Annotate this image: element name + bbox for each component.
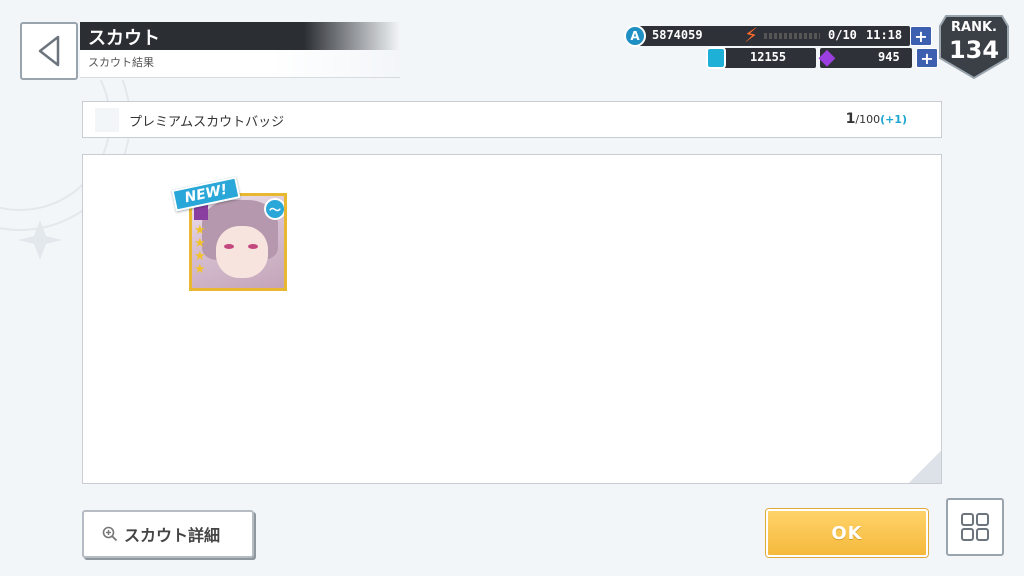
scout-detail-button[interactable]: スカウト詳細: [82, 510, 254, 558]
stamina-display: 0/10 11:18: [750, 26, 910, 46]
subtitle-bar: スカウト結果: [80, 50, 400, 78]
stamina-add-button[interactable]: +: [910, 26, 932, 46]
page-title: スカウト: [88, 28, 160, 49]
grid-menu-icon: [961, 513, 989, 541]
card-face: [216, 226, 268, 278]
back-button[interactable]: [20, 22, 78, 80]
premium-value: 945: [878, 50, 900, 64]
attribute-wave-icon: 〜: [264, 198, 284, 220]
item-count: 1/100(+1): [846, 111, 907, 127]
rank-value: 134: [948, 36, 1000, 64]
card-eye-left: [224, 244, 234, 249]
gem-display: 12155: [716, 48, 816, 68]
menu-button[interactable]: [946, 498, 1004, 556]
item-count-gain: (+1): [880, 113, 907, 126]
stamina-bar: [764, 33, 820, 39]
item-count-current: 1: [845, 111, 856, 127]
money-value: 5874059: [652, 28, 703, 42]
item-name: プレミアムスカウトバッジ: [129, 115, 285, 130]
stamina-value: 0/10: [828, 28, 857, 42]
ok-label: OK: [831, 522, 863, 544]
money-icon: A: [624, 25, 646, 47]
character-card[interactable]: ★ ★ ★ ★ 〜: [189, 193, 287, 291]
gem-icon: [706, 47, 726, 69]
magnifier-plus-icon: [102, 526, 118, 542]
stamina-timer: 11:18: [866, 28, 903, 42]
diamond-icon: ◆: [818, 44, 836, 70]
ok-button[interactable]: OK: [766, 509, 928, 557]
rank-badge: RANK. 134: [938, 12, 1010, 80]
back-arrow-icon: [38, 35, 60, 67]
gem-value: 12155: [750, 50, 787, 64]
title-bar: スカウト: [80, 22, 400, 50]
page-subtitle: スカウト結果: [88, 56, 154, 69]
scout-item-row: プレミアムスカウトバッジ 1/100(+1): [82, 101, 942, 138]
scout-detail-label: スカウト詳細: [124, 526, 221, 545]
rank-label: RANK.: [951, 20, 997, 35]
results-panel: ★ ★ ★ ★ 〜 NEW!: [82, 154, 942, 484]
item-count-total: /100: [855, 113, 881, 126]
premium-add-button[interactable]: +: [916, 48, 938, 68]
lightning-icon: ⚡: [743, 23, 759, 47]
corner-decoration: [909, 451, 941, 483]
money-display: 5874059: [632, 26, 752, 46]
badge-icon: [95, 108, 119, 132]
card-eye-right: [248, 244, 258, 249]
star-icon: ★: [194, 262, 206, 277]
card-rarity-stars: ★ ★ ★ ★: [194, 224, 206, 276]
